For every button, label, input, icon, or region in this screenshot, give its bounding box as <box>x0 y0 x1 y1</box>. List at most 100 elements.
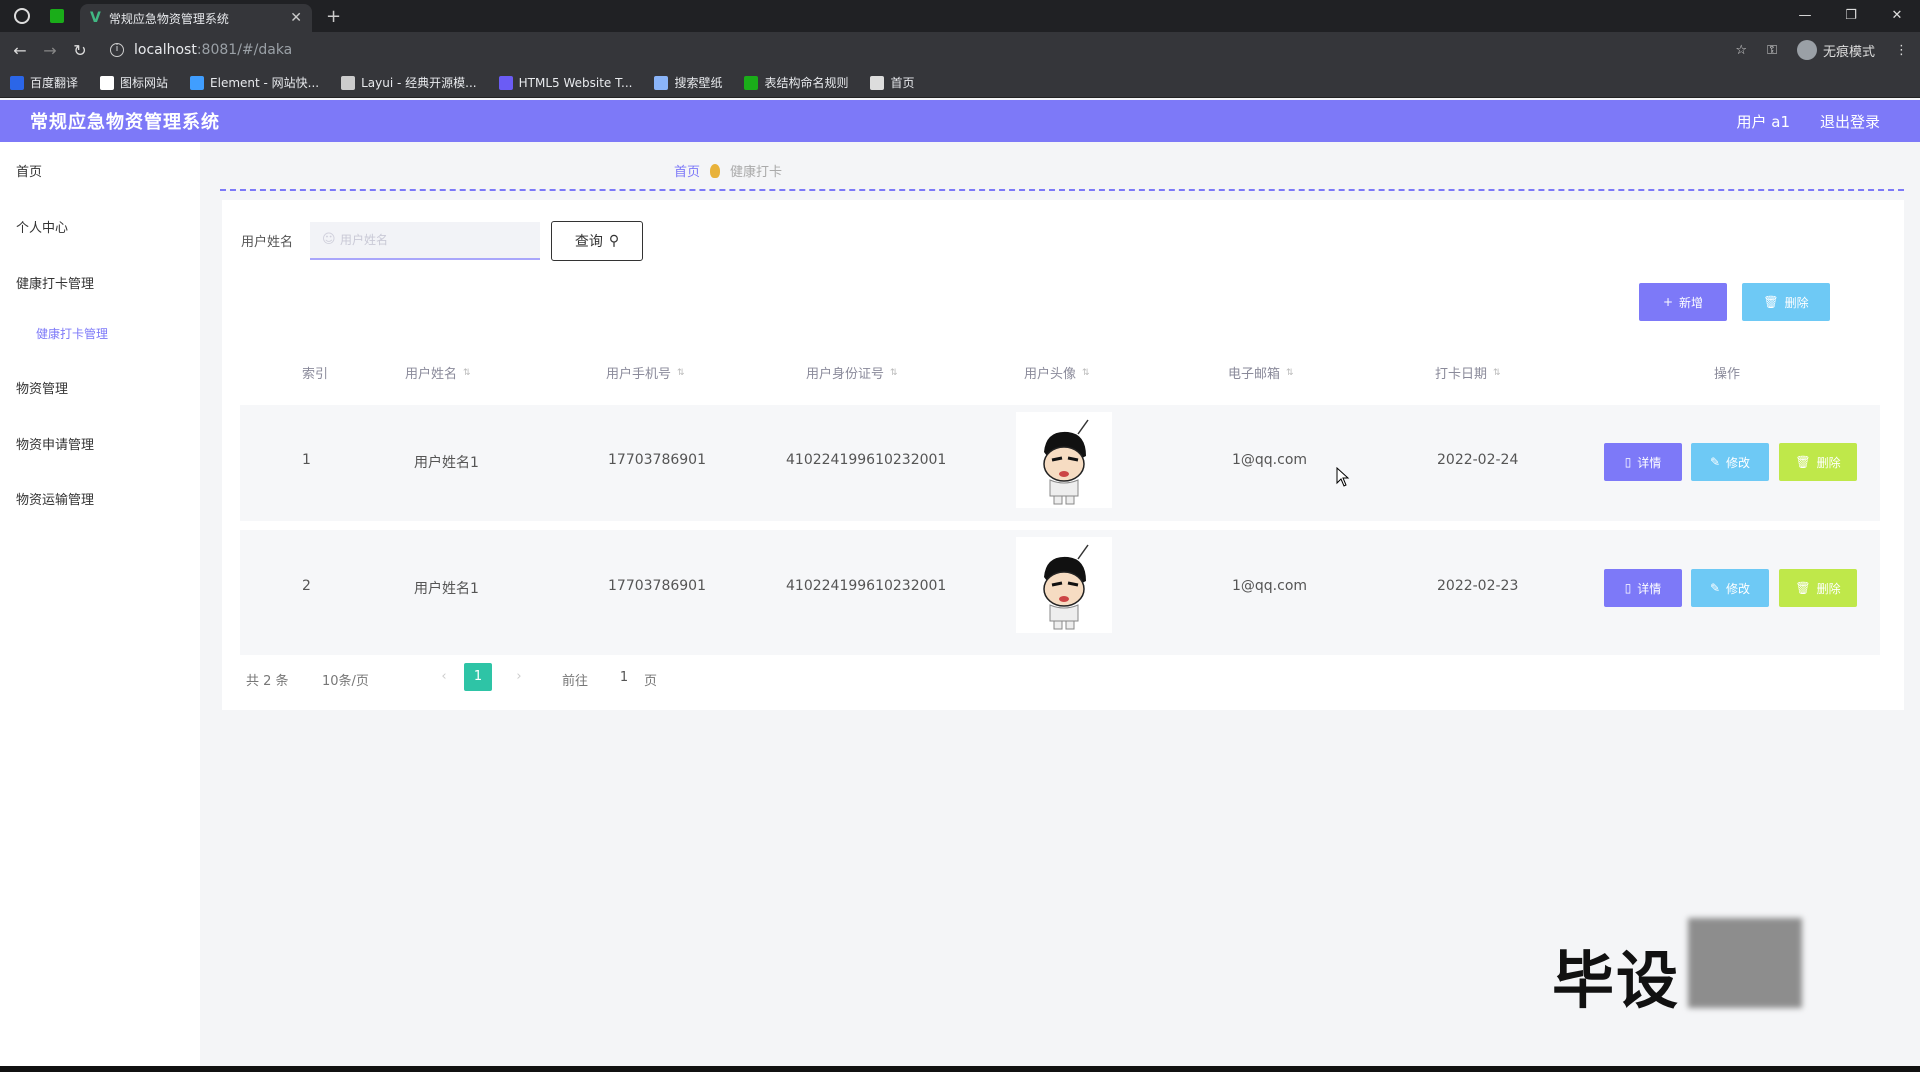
sort-icon[interactable]: ⇅ <box>463 368 471 378</box>
app-header: 常规应急物资管理系统 用户 a1 退出登录 <box>0 100 1920 142</box>
search-input[interactable] <box>310 222 540 260</box>
bookmark-label: 表结构命名规则 <box>764 76 849 90</box>
bookmark-item[interactable]: 百度翻译 <box>10 74 78 91</box>
url-field[interactable]: i localhost :8081/#/daka <box>110 42 292 58</box>
column-header-actions: 操作 <box>1714 363 1740 382</box>
bookmark-item[interactable]: Layui - 经典开源模... <box>341 74 477 91</box>
bookmark-label: Layui - 经典开源模... <box>361 76 477 90</box>
column-header-avatar[interactable]: 用户头像 ⇅ <box>1024 363 1090 382</box>
prev-page-icon[interactable]: ‹ <box>430 663 458 691</box>
forward-icon[interactable]: → <box>40 41 60 60</box>
site-info-icon[interactable]: i <box>110 43 124 57</box>
column-header-date[interactable]: 打卡日期 ⇅ <box>1435 363 1501 382</box>
edit-button[interactable]: ✎ 修改 <box>1691 569 1769 607</box>
delete-button[interactable]: 🗑 删除 <box>1779 569 1857 607</box>
edit-button[interactable]: ✎ 修改 <box>1691 443 1769 481</box>
column-header-label: 电子邮箱 <box>1228 367 1281 382</box>
column-header-email[interactable]: 电子邮箱 ⇅ <box>1228 363 1294 382</box>
pinned-tab-icon[interactable] <box>50 9 64 23</box>
key-icon[interactable]: ⚿ <box>1767 43 1777 58</box>
batch-delete-label: 删除 <box>1784 295 1809 310</box>
add-button[interactable]: + 新增 <box>1639 283 1727 321</box>
new-tab-icon[interactable]: + <box>326 6 341 27</box>
sidebar-item-material-transport[interactable]: 物资运输管理 <box>16 489 94 508</box>
page-size-select[interactable]: 10条/页 <box>322 670 369 689</box>
bottom-edge <box>0 1066 1920 1072</box>
breadcrumb: 首页 健康打卡 <box>674 161 782 180</box>
avatar[interactable] <box>1016 412 1112 508</box>
sidebar-item-materials[interactable]: 物资管理 <box>16 378 68 397</box>
delete-button[interactable]: 🗑 删除 <box>1779 443 1857 481</box>
search-button[interactable]: 查询 ⚲ <box>551 221 643 261</box>
pagination-goto-input[interactable] <box>610 663 638 691</box>
plus-icon: + <box>1662 295 1674 309</box>
next-page-icon[interactable]: › <box>505 663 533 691</box>
sort-icon[interactable]: ⇅ <box>1493 368 1501 378</box>
sidebar-item-home[interactable]: 首页 <box>16 161 42 180</box>
reload-icon[interactable]: ↻ <box>70 41 90 60</box>
sort-icon[interactable]: ⇅ <box>677 368 685 378</box>
browser-menu-dots-icon[interactable]: ⋮ <box>1895 43 1908 58</box>
sidebar-item-profile[interactable]: 个人中心 <box>16 217 68 236</box>
search-label: 用户姓名 <box>241 235 294 250</box>
column-header-phone[interactable]: 用户手机号 ⇅ <box>606 363 685 382</box>
detail-button[interactable]: ▯ 详情 <box>1604 569 1682 607</box>
restore-icon[interactable]: ❐ <box>1828 8 1874 23</box>
trash-icon: 🗑 <box>1795 455 1811 469</box>
breadcrumb-separator-icon <box>710 163 721 178</box>
pagination-current-page[interactable]: 1 <box>464 663 492 691</box>
column-header-name[interactable]: 用户姓名 ⇅ <box>405 363 471 382</box>
url-host: localhost <box>134 42 197 58</box>
minimize-icon[interactable]: — <box>1782 8 1828 23</box>
back-icon[interactable]: ← <box>10 41 30 60</box>
browser-menu-icon[interactable] <box>14 8 30 24</box>
sort-icon[interactable]: ⇅ <box>1286 368 1294 378</box>
app-title: 常规应急物资管理系统 <box>30 112 220 133</box>
add-button-label: 新增 <box>1679 295 1704 310</box>
trash-icon: 🗑 <box>1795 581 1811 595</box>
sidebar-item-health-checkin[interactable]: 健康打卡管理 <box>16 273 94 292</box>
detail-button-label: 详情 <box>1637 581 1662 596</box>
bookmark-icon <box>190 75 205 90</box>
cell-index: 2 <box>302 578 311 594</box>
bookmark-icon <box>100 75 115 90</box>
bookmark-item[interactable]: HTML5 Website T... <box>498 75 633 90</box>
detail-icon: ▯ <box>1624 455 1632 469</box>
bookmark-item[interactable]: 搜索壁纸 <box>654 74 722 91</box>
bookmark-item[interactable]: 表结构命名规则 <box>744 74 848 91</box>
column-header-index: 索引 <box>302 363 328 382</box>
bookmark-item[interactable]: Element - 网站快... <box>190 74 319 91</box>
bookmark-star-icon[interactable]: ☆ <box>1735 43 1747 58</box>
detail-button[interactable]: ▯ 详情 <box>1604 443 1682 481</box>
browser-tab[interactable]: V 常规应急物资管理系统 ✕ <box>80 4 312 32</box>
divider <box>220 189 1904 191</box>
sort-icon[interactable]: ⇅ <box>1082 368 1090 378</box>
bookmark-label: HTML5 Website T... <box>518 75 633 90</box>
sort-icon[interactable]: ⇅ <box>890 368 898 378</box>
bookmark-icon <box>654 75 669 90</box>
sidebar: 首页 个人中心 健康打卡管理 健康打卡管理 物资管理 物资申请管理 物资运输管理 <box>0 142 200 1066</box>
pagination-total: 共 2 条 <box>246 674 289 689</box>
tab-title: 常规应急物资管理系统 <box>108 11 229 26</box>
edit-icon: ✎ <box>1709 581 1721 595</box>
sidebar-subitem-health-checkin[interactable]: 健康打卡管理 <box>36 325 108 342</box>
bookmark-item[interactable]: 图标网站 <box>100 74 168 91</box>
incognito-profile[interactable]: 无痕模式 <box>1796 40 1875 60</box>
column-header-label: 用户手机号 <box>606 367 672 382</box>
avatar[interactable] <box>1016 537 1112 633</box>
detail-icon: ▯ <box>1624 581 1632 595</box>
address-bar: ← → ↻ i localhost :8081/#/daka ☆ ⚿ 无痕模式 … <box>0 32 1920 68</box>
watermark-text: 毕设 <box>1552 944 1681 1017</box>
column-header-idcard[interactable]: 用户身份证号 ⇅ <box>806 363 898 382</box>
window-close-icon[interactable]: ✕ <box>1874 8 1920 23</box>
logout-link[interactable]: 退出登录 <box>1820 111 1880 132</box>
pagination-goto-label: 前往 <box>562 674 589 689</box>
tab-close-icon[interactable]: ✕ <box>290 10 302 26</box>
bookmark-item[interactable]: 首页 <box>870 74 915 91</box>
sidebar-item-material-requests[interactable]: 物资申请管理 <box>16 434 94 453</box>
breadcrumb-home[interactable]: 首页 <box>674 161 700 180</box>
column-header-label: 用户身份证号 <box>806 367 885 382</box>
batch-delete-button[interactable]: 🗑 删除 <box>1742 283 1830 321</box>
cell-index: 1 <box>302 452 311 468</box>
column-header-label: 打卡日期 <box>1435 367 1488 382</box>
